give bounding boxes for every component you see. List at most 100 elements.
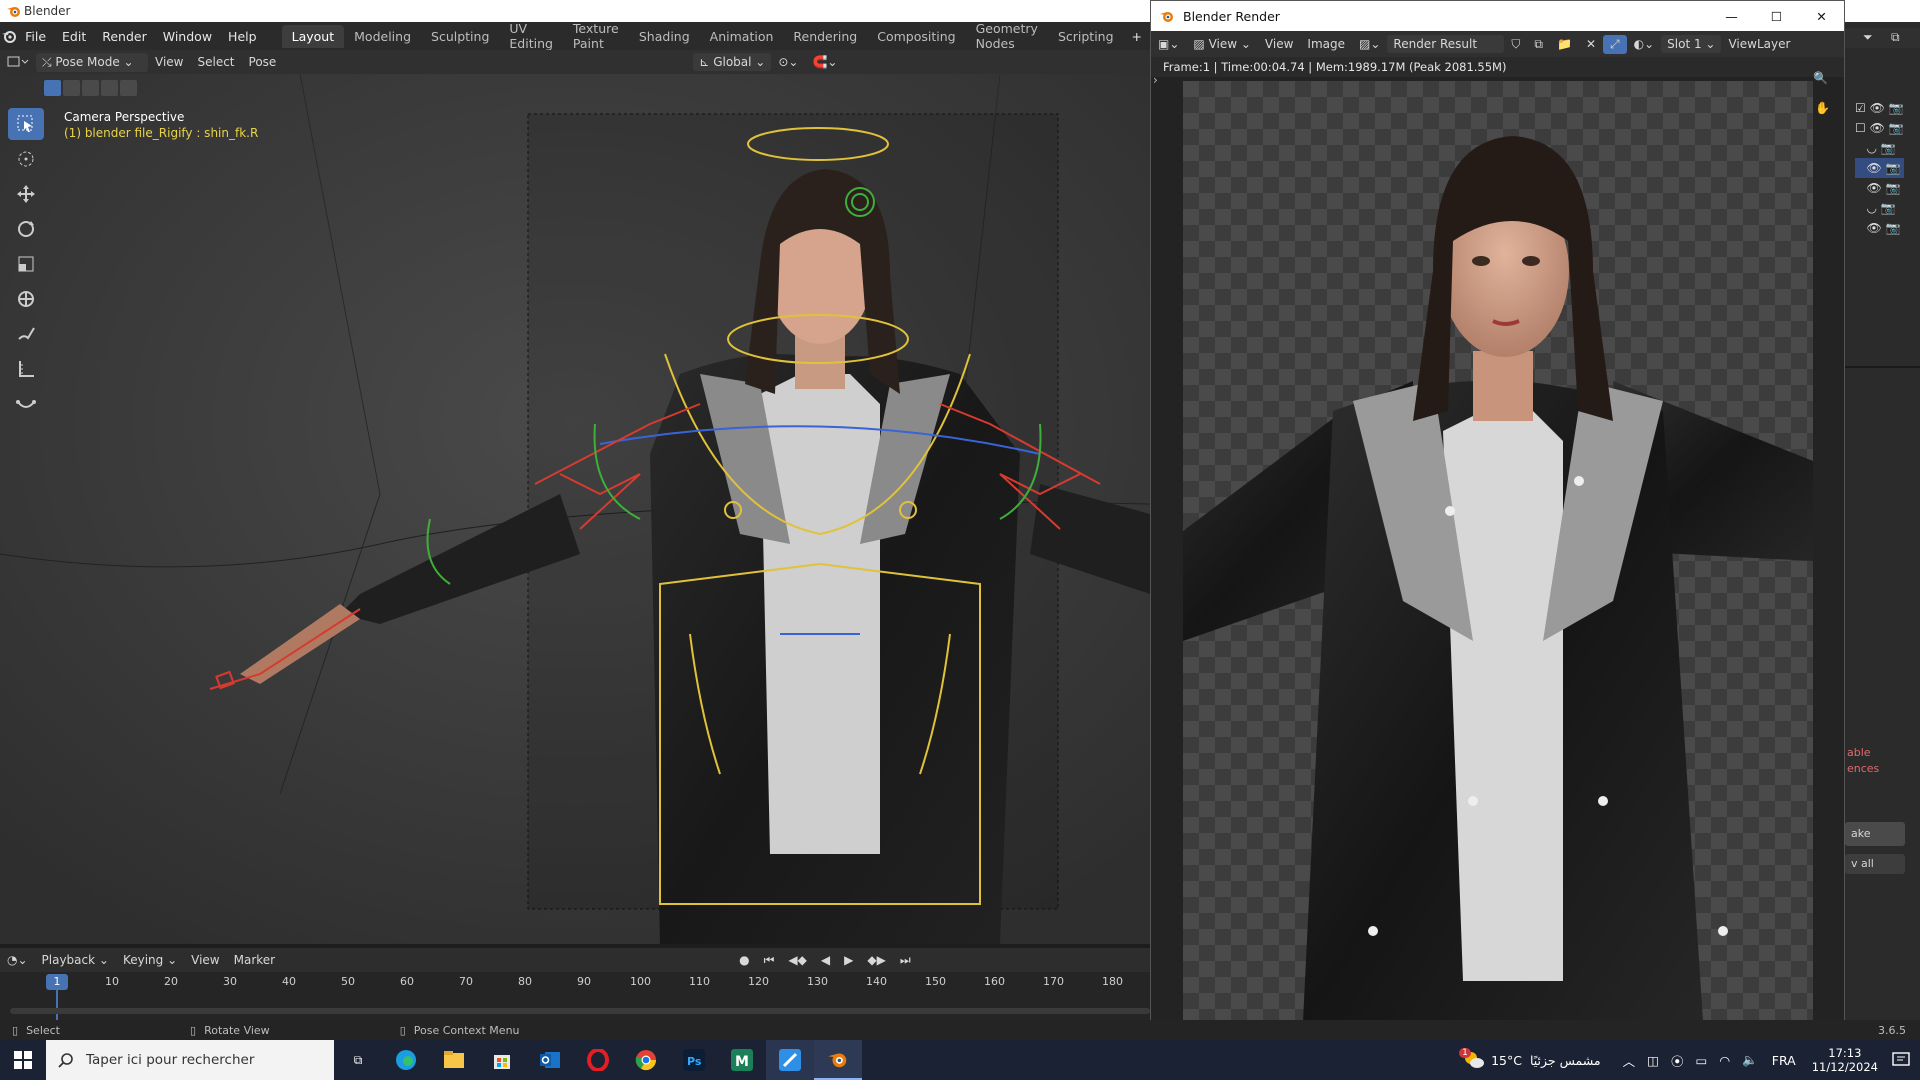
- menu-help[interactable]: Help: [220, 29, 265, 44]
- eye-icon[interactable]: 👁 📷: [1855, 218, 1904, 238]
- tray-chevron-icon[interactable]: ︿: [1623, 1051, 1636, 1070]
- windows-start-icon[interactable]: [0, 1040, 46, 1080]
- tab-compositing[interactable]: Compositing: [867, 25, 965, 48]
- store-icon[interactable]: [478, 1040, 526, 1080]
- tab-layout[interactable]: Layout: [281, 24, 345, 48]
- select-invert-icon[interactable]: [101, 80, 118, 96]
- wifi-icon[interactable]: ◠: [1719, 1053, 1730, 1068]
- next-keyframe-icon[interactable]: ◆▶: [860, 951, 892, 969]
- notifications-icon[interactable]: [1892, 1051, 1910, 1069]
- add-workspace-icon[interactable]: +: [1124, 29, 1150, 44]
- editor-type-icon[interactable]: ▣⌄: [1151, 35, 1186, 53]
- bake-button[interactable]: ake: [1845, 822, 1905, 846]
- menu-file[interactable]: File: [17, 29, 54, 44]
- menu-window[interactable]: Window: [155, 29, 220, 44]
- timeline[interactable]: 1 10 20 30 40 50 60 70 80 90 100 110 120…: [0, 972, 1150, 1024]
- select-box-tool[interactable]: [8, 108, 44, 140]
- measure-tool[interactable]: [8, 353, 44, 385]
- chrome-icon[interactable]: [622, 1040, 670, 1080]
- file-explorer-icon[interactable]: [430, 1040, 478, 1080]
- scale-tool[interactable]: [8, 248, 44, 280]
- battery-icon[interactable]: ▭: [1695, 1053, 1707, 1068]
- timeline-scrollbar[interactable]: [10, 1008, 1150, 1014]
- checkbox-icon[interactable]: ☑ 👁 📷: [1855, 98, 1904, 118]
- maximize-icon[interactable]: ☐: [1754, 9, 1799, 24]
- snap-icon[interactable]: 🧲⌄: [805, 53, 844, 71]
- checkbox-icon[interactable]: ☐ 👁 📷: [1855, 118, 1904, 138]
- fake-user-icon[interactable]: ⛉: [1504, 35, 1527, 54]
- play-reverse-icon[interactable]: ◀: [814, 951, 837, 969]
- image-name-field[interactable]: Render Result: [1387, 35, 1505, 53]
- outlook-icon[interactable]: [526, 1040, 574, 1080]
- weather-icon[interactable]: 1: [1459, 1048, 1485, 1070]
- select-new-icon[interactable]: [44, 80, 61, 96]
- display-channels-icon[interactable]: ◐⌄: [1627, 35, 1662, 53]
- open-image-icon[interactable]: 📁: [1550, 35, 1579, 53]
- minimize-icon[interactable]: —: [1709, 9, 1754, 24]
- tray-app-icon[interactable]: ◫: [1647, 1053, 1659, 1068]
- clock[interactable]: 17:13 11/12/2024: [1812, 1046, 1878, 1074]
- tab-modeling[interactable]: Modeling: [344, 25, 421, 48]
- new-image-icon[interactable]: ⧉: [1527, 35, 1550, 54]
- menu-marker[interactable]: Marker: [227, 951, 282, 969]
- tab-sculpting[interactable]: Sculpting: [421, 25, 499, 48]
- blender-taskbar-icon[interactable]: [814, 1040, 862, 1080]
- prev-keyframe-icon[interactable]: ◀◆: [781, 951, 813, 969]
- menu-render[interactable]: Render: [94, 29, 155, 44]
- menu-view[interactable]: View: [148, 53, 190, 71]
- image-browse-icon[interactable]: ▨⌄: [1352, 35, 1387, 53]
- drawing-app-icon[interactable]: [766, 1040, 814, 1080]
- menu-image[interactable]: Image: [1300, 35, 1352, 53]
- jump-end-icon[interactable]: ⏭: [893, 951, 918, 970]
- eye-icon[interactable]: ◡ 📷: [1855, 198, 1904, 218]
- eye-icon[interactable]: ◡ 📷: [1855, 138, 1904, 158]
- slot-dropdown[interactable]: Slot 1 ⌄: [1661, 35, 1722, 53]
- mail-m-icon[interactable]: M: [718, 1040, 766, 1080]
- view-mode-dropdown[interactable]: ▨ View ⌄: [1186, 35, 1258, 53]
- edge-icon[interactable]: [382, 1040, 430, 1080]
- move-tool[interactable]: [8, 178, 44, 210]
- menu-edit[interactable]: Edit: [54, 29, 94, 44]
- new-collection-icon[interactable]: ⧉: [1891, 30, 1900, 45]
- menu-playback[interactable]: Playback ⌄: [35, 951, 116, 969]
- opera-icon[interactable]: [574, 1040, 622, 1080]
- task-view-icon[interactable]: ⧉: [334, 1040, 382, 1080]
- volume-icon[interactable]: 🔈: [1742, 1052, 1758, 1068]
- transform-tool[interactable]: [8, 283, 44, 315]
- select-subtract-icon[interactable]: [82, 80, 99, 96]
- render-result-image[interactable]: [1183, 81, 1813, 1021]
- filter-icon[interactable]: ⏷: [1863, 30, 1873, 45]
- photoshop-icon[interactable]: Ps: [670, 1040, 718, 1080]
- menu-view[interactable]: View: [1258, 35, 1300, 53]
- menu-pose[interactable]: Pose: [242, 53, 284, 71]
- taskbar-search-box[interactable]: Taper ici pour rechercher: [46, 1040, 334, 1080]
- play-icon[interactable]: ▶: [837, 951, 860, 969]
- language-indicator[interactable]: FRA: [1772, 1053, 1796, 1068]
- zoom-icon[interactable]: 🔍: [1813, 71, 1828, 85]
- eye-icon[interactable]: 👁 📷: [1855, 178, 1904, 198]
- 3d-viewport[interactable]: Camera Perspective (1) blender file_Rigi…: [0, 74, 1150, 944]
- sample-tool-icon[interactable]: ⤢: [1603, 34, 1627, 54]
- orientation-dropdown[interactable]: ⊾ Global ⌄: [693, 53, 772, 71]
- tab-scripting[interactable]: Scripting: [1048, 25, 1124, 48]
- unlink-icon[interactable]: ✕: [1579, 35, 1603, 53]
- tray-record-icon[interactable]: ⦿: [1671, 1051, 1684, 1070]
- view-layer-dropdown[interactable]: ViewLayer: [1721, 35, 1797, 53]
- menu-keying[interactable]: Keying ⌄: [116, 951, 184, 969]
- menu-timeline-view[interactable]: View: [184, 951, 226, 969]
- relax-tool[interactable]: [8, 388, 44, 420]
- menu-select[interactable]: Select: [190, 53, 241, 71]
- all-button[interactable]: v all: [1845, 854, 1905, 874]
- annotate-tool[interactable]: [8, 318, 44, 350]
- rotate-tool[interactable]: [8, 213, 44, 245]
- record-icon[interactable]: ●: [732, 951, 756, 969]
- jump-start-icon[interactable]: ⏮: [757, 951, 782, 970]
- eye-icon[interactable]: 👁 📷: [1855, 158, 1904, 178]
- select-intersect-icon[interactable]: [120, 80, 137, 96]
- mode-dropdown[interactable]: ⤯ Pose Mode ⌄: [36, 52, 148, 72]
- pivot-icon[interactable]: ⊙⌄: [771, 53, 805, 71]
- editor-type-icon[interactable]: [0, 53, 36, 71]
- select-extend-icon[interactable]: [63, 80, 80, 96]
- timeline-editor-icon[interactable]: ◔⌄: [0, 951, 35, 969]
- tab-shading[interactable]: Shading: [629, 25, 700, 48]
